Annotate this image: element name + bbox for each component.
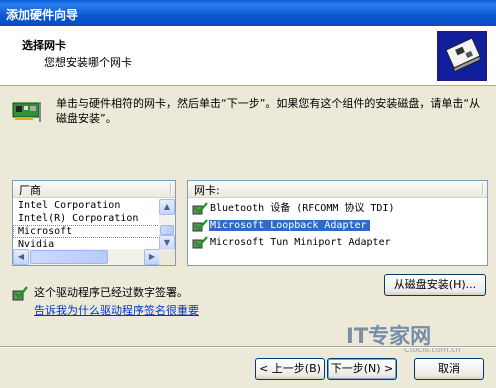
- watermark-logo: IT专家网 Ctocio.com.cn: [338, 320, 468, 356]
- scrollbar-corner: [159, 249, 175, 265]
- signed-driver-icon: [192, 235, 208, 248]
- scroll-up-icon[interactable]: ▲: [159, 199, 175, 215]
- model-item-label: Microsoft Loopback Adapter: [209, 220, 370, 231]
- manufacturer-vertical-scrollbar[interactable]: ▲ ▼: [159, 199, 175, 251]
- manufacturer-item[interactable]: Intel(R) Corporation: [13, 212, 160, 225]
- wizard-header: 选择网卡 您想安装哪个网卡: [0, 26, 496, 86]
- model-header-label: 网卡:: [194, 184, 220, 197]
- driver-signed-text: 这个驱动程序已经过数字签署。: [34, 286, 188, 299]
- manufacturer-item-selected[interactable]: Microsoft: [13, 225, 160, 238]
- network-card-icon: [437, 31, 487, 81]
- model-item[interactable]: Bluetooth 设备 (RFCOMM 协议 TDI): [192, 201, 398, 216]
- scroll-thumb[interactable]: [30, 250, 108, 264]
- manufacturer-horizontal-scrollbar[interactable]: ◀ ▶: [13, 249, 160, 265]
- scroll-right-icon[interactable]: ▶: [144, 249, 160, 265]
- cancel-button[interactable]: 取消: [414, 358, 484, 380]
- watermark-it: IT: [346, 324, 369, 348]
- title-bar[interactable]: 添加硬件向导: [0, 0, 496, 26]
- window-title: 添加硬件向导: [6, 8, 79, 22]
- signed-driver-icon: [12, 286, 28, 301]
- intro-text: 单击与硬件相符的网卡，然后单击“下一步”。如果您有这个组件的安装磁盘，请单击“从…: [56, 97, 481, 125]
- manufacturer-header-label: 厂商: [19, 184, 41, 197]
- scroll-thumb[interactable]: [160, 225, 174, 235]
- model-list[interactable]: 网卡: Bluetooth 设备 (RFCOMM 协议 TDI) Microso…: [187, 180, 488, 266]
- model-item-selected[interactable]: Microsoft Loopback Adapter: [192, 218, 370, 233]
- signed-driver-icon: [192, 201, 208, 214]
- back-button[interactable]: < 上一步(B): [255, 358, 325, 380]
- signed-driver-icon: [192, 218, 208, 231]
- model-item-label: Bluetooth 设备 (RFCOMM 协议 TDI): [210, 203, 395, 214]
- manufacturer-column-header[interactable]: 厂商: [13, 181, 175, 198]
- button-divider: [0, 346, 496, 348]
- model-item[interactable]: Microsoft Tun Miniport Adapter: [192, 235, 394, 250]
- model-column-header[interactable]: 网卡:: [188, 181, 487, 198]
- page-title: 选择网卡: [22, 39, 66, 52]
- manufacturer-list[interactable]: 厂商 Intel Corporation Intel(R) Corporatio…: [12, 180, 176, 266]
- manufacturer-item[interactable]: Intel Corporation: [13, 199, 160, 212]
- model-item-label: Microsoft Tun Miniport Adapter: [210, 237, 391, 248]
- have-disk-button[interactable]: 从磁盘安装(H)...: [384, 274, 486, 296]
- scroll-left-icon[interactable]: ◀: [13, 249, 29, 265]
- page-subtitle: 您想安装哪个网卡: [44, 56, 132, 69]
- driver-signing-link[interactable]: 告诉我为什么驱动程序签名很重要: [34, 302, 199, 318]
- network-adapter-icon: [12, 102, 41, 122]
- next-button[interactable]: 下一步(N) >: [327, 358, 397, 380]
